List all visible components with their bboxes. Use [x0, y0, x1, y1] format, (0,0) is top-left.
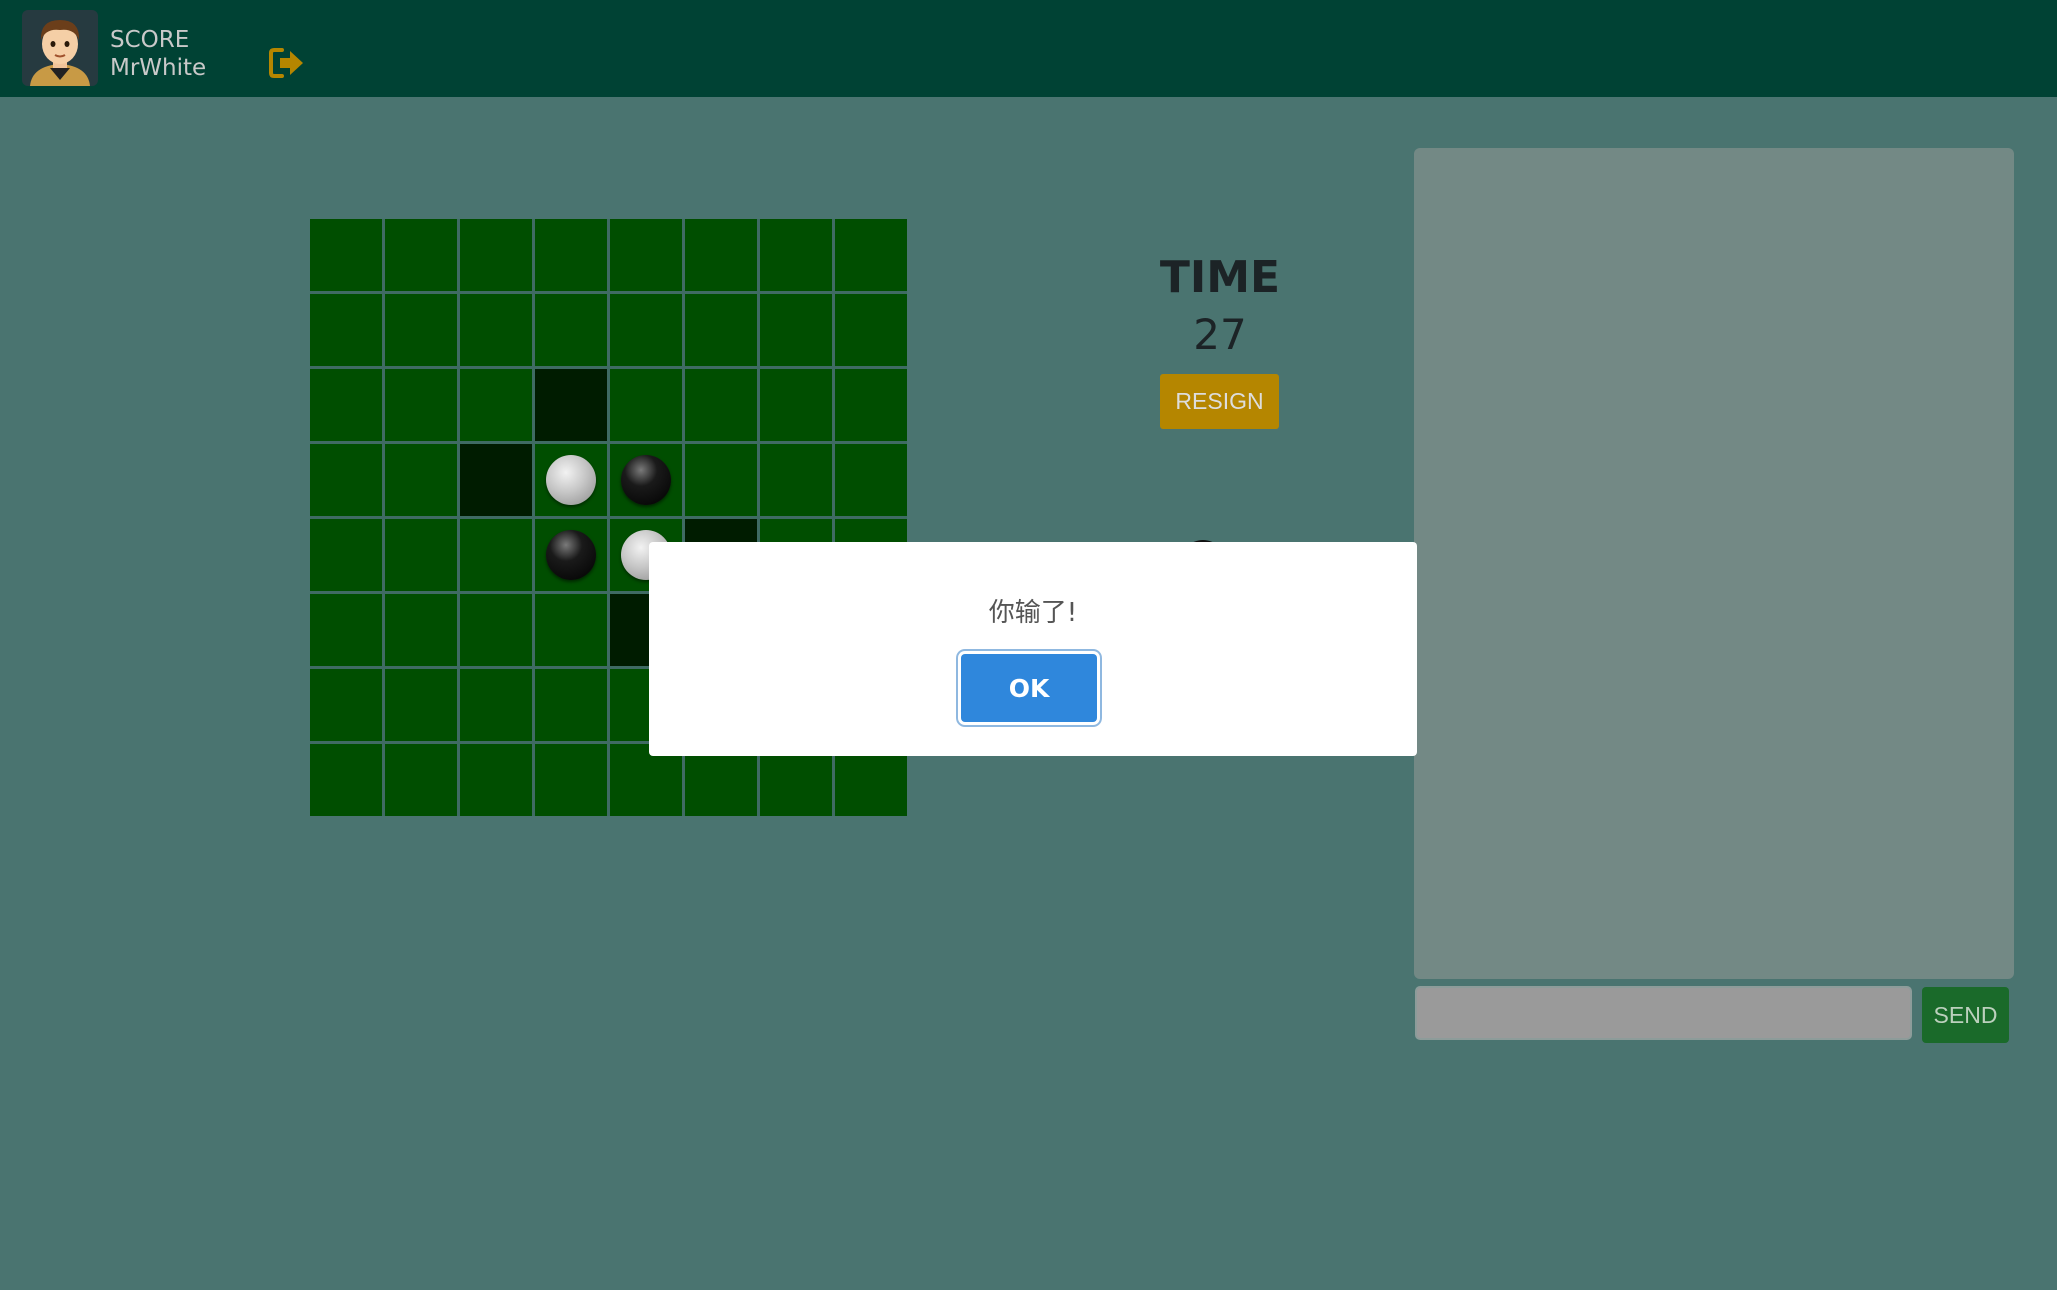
- board-cell[interactable]: [310, 594, 382, 666]
- avatar-man-icon: [22, 10, 98, 86]
- board-cell[interactable]: [835, 369, 907, 441]
- board-cell[interactable]: [535, 369, 607, 441]
- board-cell[interactable]: [460, 519, 532, 591]
- board-cell[interactable]: [385, 444, 457, 516]
- black-stone: [621, 455, 671, 505]
- user-info: SCORE MrWhite: [110, 26, 206, 82]
- board-cell[interactable]: [460, 219, 532, 291]
- white-stone: [546, 455, 596, 505]
- dialog-message: 你输了!: [988, 598, 1078, 628]
- board-cell[interactable]: [685, 444, 757, 516]
- board-cell[interactable]: [460, 669, 532, 741]
- board-cell[interactable]: [310, 669, 382, 741]
- board-cell[interactable]: [610, 444, 682, 516]
- board-cell[interactable]: [610, 369, 682, 441]
- board-cell[interactable]: [460, 294, 532, 366]
- board-cell[interactable]: [310, 369, 382, 441]
- board-cell[interactable]: [685, 219, 757, 291]
- board-cell[interactable]: [460, 594, 532, 666]
- board-cell[interactable]: [535, 594, 607, 666]
- sign-out-icon: [269, 48, 303, 78]
- board-cell[interactable]: [535, 444, 607, 516]
- board-cell[interactable]: [385, 744, 457, 816]
- time-value: 27: [1193, 310, 1247, 359]
- board-cell[interactable]: [535, 519, 607, 591]
- board-cell[interactable]: [610, 219, 682, 291]
- board-cell[interactable]: [310, 744, 382, 816]
- board-cell[interactable]: [835, 444, 907, 516]
- board-cell[interactable]: [385, 219, 457, 291]
- board-cell[interactable]: [385, 519, 457, 591]
- avatar[interactable]: [22, 10, 98, 86]
- board-cell[interactable]: [835, 294, 907, 366]
- board-cell[interactable]: [760, 219, 832, 291]
- board-cell[interactable]: [460, 744, 532, 816]
- board-cell[interactable]: [460, 444, 532, 516]
- board-cell[interactable]: [385, 369, 457, 441]
- board-cell[interactable]: [385, 669, 457, 741]
- board-cell[interactable]: [535, 669, 607, 741]
- send-button[interactable]: SEND: [1922, 987, 2009, 1043]
- score-label: SCORE: [110, 27, 190, 53]
- board-cell[interactable]: [535, 219, 607, 291]
- resign-button[interactable]: RESIGN: [1160, 374, 1279, 429]
- top-bar: SCORE MrWhite: [0, 0, 2057, 97]
- board-cell[interactable]: [760, 294, 832, 366]
- board-cell[interactable]: [760, 444, 832, 516]
- board-cell[interactable]: [310, 519, 382, 591]
- chat-input[interactable]: [1415, 986, 1912, 1040]
- board-cell[interactable]: [385, 294, 457, 366]
- chat-messages-panel[interactable]: [1414, 148, 2014, 979]
- board-cell[interactable]: [310, 219, 382, 291]
- board-cell[interactable]: [310, 294, 382, 366]
- board-cell[interactable]: [385, 594, 457, 666]
- ok-button[interactable]: OK: [961, 654, 1097, 722]
- time-label: TIME: [1159, 252, 1281, 303]
- board-cell[interactable]: [685, 369, 757, 441]
- board-cell[interactable]: [760, 369, 832, 441]
- username: MrWhite: [110, 55, 207, 81]
- board-cell[interactable]: [535, 744, 607, 816]
- board-cell[interactable]: [460, 369, 532, 441]
- board-cell[interactable]: [685, 294, 757, 366]
- board-cell[interactable]: [310, 444, 382, 516]
- game-over-dialog: 你输了! OK: [649, 542, 1417, 756]
- logout-button[interactable]: [268, 46, 306, 80]
- board-cell[interactable]: [835, 219, 907, 291]
- board-cell[interactable]: [610, 294, 682, 366]
- black-stone: [546, 530, 596, 580]
- board-cell[interactable]: [535, 294, 607, 366]
